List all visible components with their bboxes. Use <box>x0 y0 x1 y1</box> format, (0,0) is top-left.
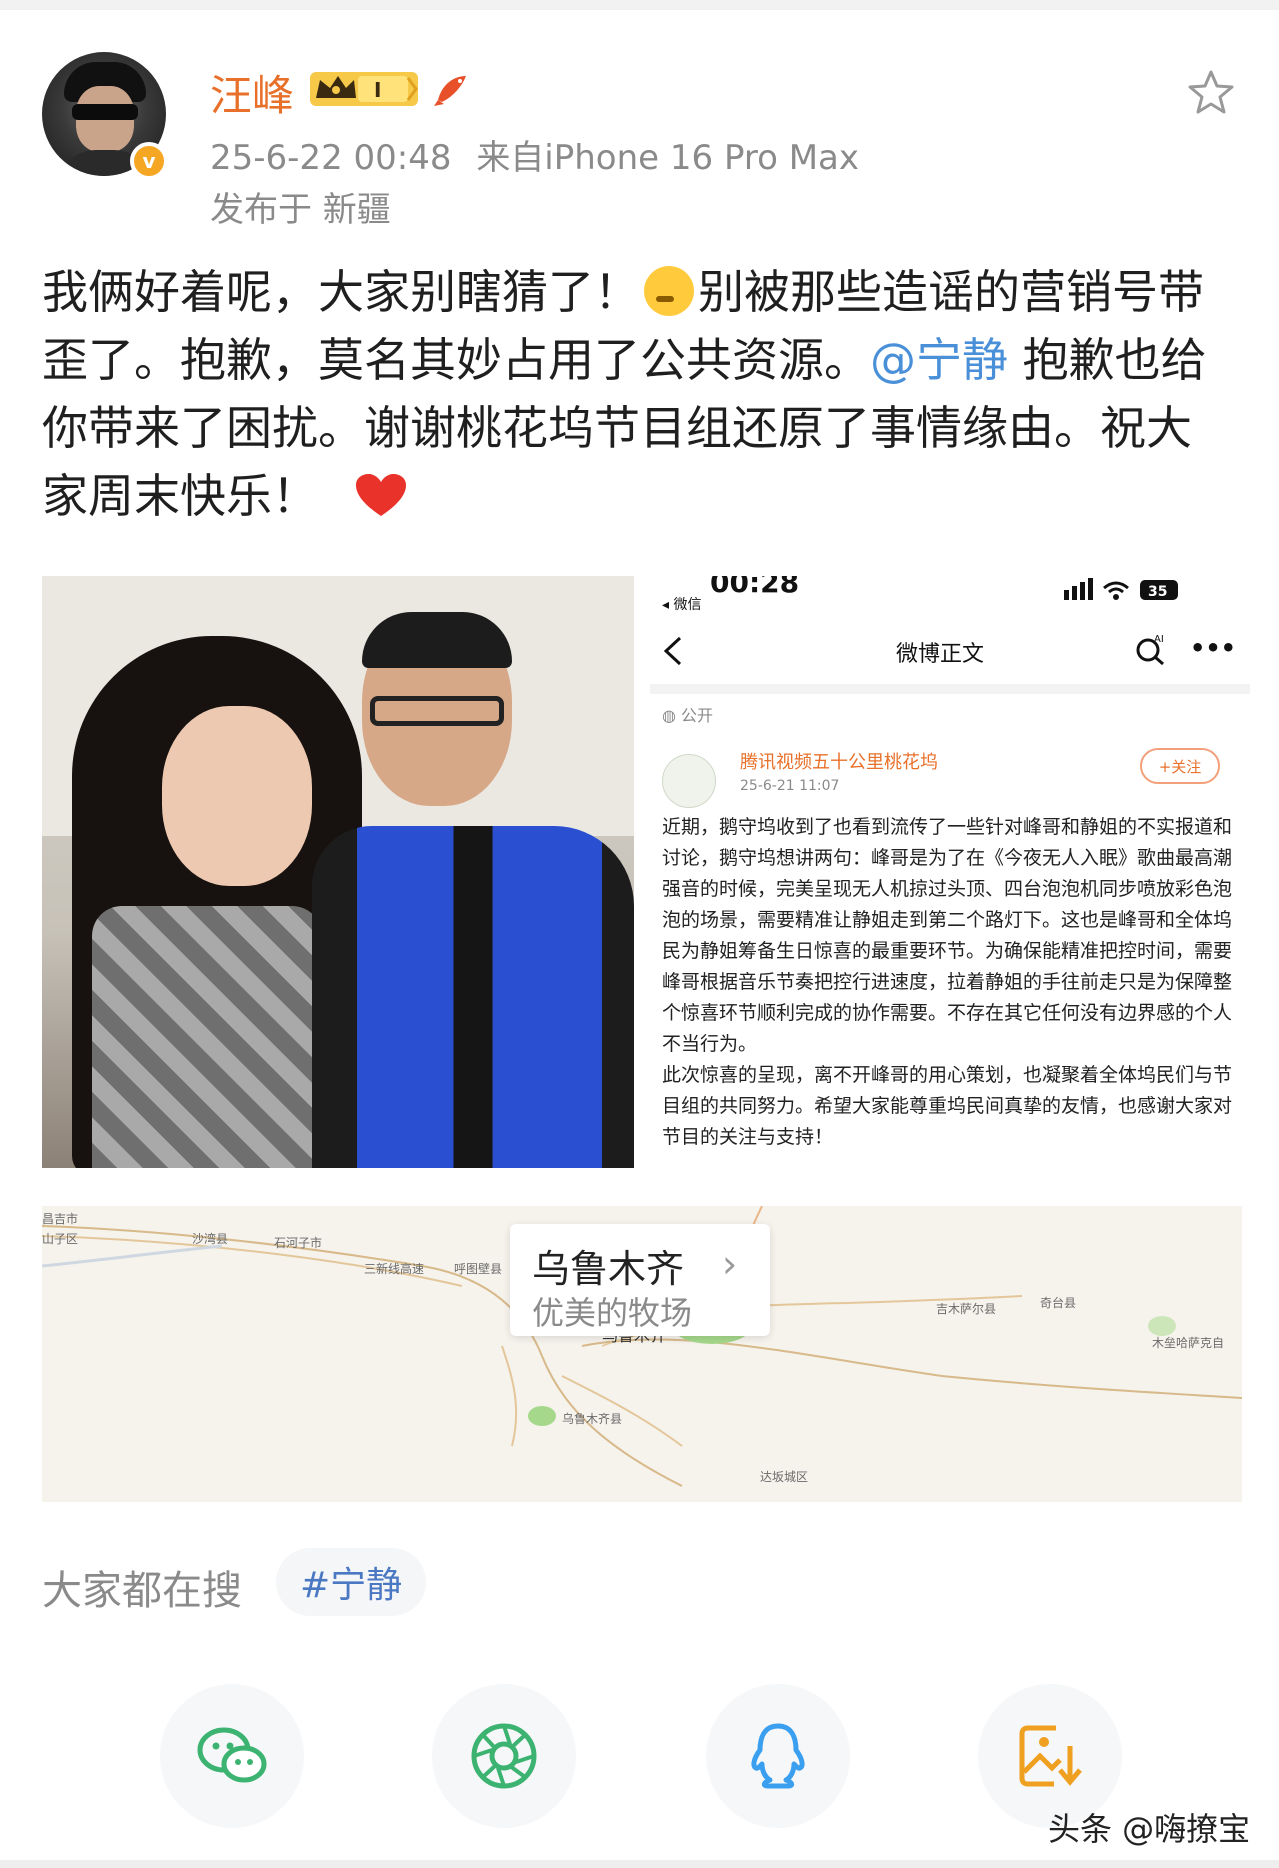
verified-badge-icon: v <box>130 142 168 180</box>
divider <box>650 684 1250 694</box>
map-place-label: 三新线高速 <box>364 1262 425 1276</box>
post-location: 发布于 新疆 <box>210 190 391 230</box>
globe-icon: ◍ <box>662 706 682 725</box>
author-name[interactable]: 汪峰 <box>210 62 294 123</box>
map-place-label: 昌吉市 <box>42 1212 79 1226</box>
post-source: 来自iPhone 16 Pro Max <box>476 138 859 178</box>
more-icon[interactable]: ••• <box>1190 634 1236 662</box>
map-place-label: 沙湾县 <box>192 1232 229 1246</box>
map-city-subtitle: 优美的牧场 <box>532 1294 693 1332</box>
paragraph: 近期，鹅守坞收到了也看到流传了一些针对峰哥和静姐的不实报道和讨论，鹅守坞想讲两句… <box>662 816 1233 1055</box>
paragraph: 此次惊喜的呈现，离不开峰哥的用心策划，也凝聚着全体坞民们与节目组的共同努力。希望… <box>662 1064 1233 1148</box>
map-place-label: 呼图壁县 <box>454 1262 503 1276</box>
share-wechat-button[interactable] <box>160 1684 304 1828</box>
thinking-face-emoji <box>644 266 694 316</box>
share-qq-button[interactable] <box>706 1684 850 1828</box>
account-avatar[interactable] <box>662 754 716 808</box>
post-photo[interactable] <box>42 576 634 1168</box>
post-timestamp: 25-6-22 00:48 <box>210 138 452 178</box>
follow-button[interactable]: +关注 <box>1140 748 1220 784</box>
mention-link[interactable]: @宁静 <box>870 333 1008 387</box>
crown-badge-icon[interactable]: I <box>308 70 420 108</box>
bottom-divider <box>0 1860 1279 1868</box>
phone-clock: 00:28 <box>710 576 800 599</box>
koi-fish-icon <box>434 76 466 106</box>
svg-text:35: 35 <box>1148 584 1167 600</box>
post-text: 我俩好着呢，大家别瞎猜了！ 别被那些造谣的营销号带歪了。抱歉，莫名其妙占用了公共资… <box>42 258 1237 530</box>
moments-icon <box>471 1723 537 1789</box>
back-arrow-icon[interactable] <box>662 636 684 666</box>
map-place-label: 乌鲁木齐县 <box>562 1412 623 1426</box>
trending-tag[interactable]: #宁静 <box>276 1548 427 1616</box>
account-name[interactable]: 腾讯视频五十公里桃花坞 <box>740 748 938 774</box>
map-place-label: 山子区 <box>42 1232 79 1246</box>
screenshot-body-text: 近期，鹅守坞收到了也看到流传了一些针对峰哥和静姐的不实报道和讨论，鹅守坞想讲两句… <box>662 812 1242 1153</box>
share-moments-button[interactable] <box>432 1684 576 1828</box>
svg-text:I: I <box>374 78 381 102</box>
post-text-part1: 我俩好着呢，大家别瞎猜了！ <box>42 265 640 319</box>
map-place-label: 奇台县 <box>1040 1296 1077 1310</box>
ai-search-icon[interactable]: AI <box>1134 632 1168 666</box>
star-icon[interactable] <box>1186 68 1236 118</box>
visibility-label: ◍ 公开 <box>662 706 714 725</box>
chevron-right-icon: › <box>722 1242 738 1286</box>
account-post-date: 25-6-21 11:07 <box>740 778 840 794</box>
save-image-icon <box>1019 1725 1082 1787</box>
watermark: 头条 @嗨撩宝 <box>1048 1810 1251 1848</box>
post-meta-time-source: 25-6-22 00:48 来自iPhone 16 Pro Max <box>210 130 859 179</box>
map-city-name: 乌鲁木齐 <box>532 1247 685 1291</box>
wechat-icon <box>197 1727 267 1783</box>
trending-search-label: 大家都在搜 <box>42 1568 242 1614</box>
location-map[interactable]: 昌吉市 山子区 沙湾县 石河子市 呼图壁县 三新线高速 乌鲁木齐 吉木萨尔县 奇… <box>42 1206 1242 1502</box>
svg-text:AI: AI <box>1154 634 1164 645</box>
qq-icon <box>751 1723 805 1789</box>
top-divider <box>0 0 1279 10</box>
back-to-wechat: ◂ 微信 <box>662 597 702 613</box>
post-screenshot-image[interactable]: 00:28 ◂ 微信 35 微博正文 AI ••• ◍ 公开 腾讯视频五十公里桃… <box>650 576 1250 1168</box>
map-place-label: 达坂城区 <box>760 1470 809 1484</box>
map-place-label: 石河子市 <box>274 1236 323 1250</box>
map-place-label: 木垒哈萨克自 <box>1152 1336 1225 1350</box>
red-heart-emoji <box>356 474 406 516</box>
map-location-callout[interactable]: 乌鲁木齐 › 优美的牧场 <box>510 1224 770 1336</box>
status-bar-icons: 35 <box>1064 578 1178 600</box>
nav-title: 微博正文 <box>896 642 985 667</box>
map-place-label: 吉木萨尔县 <box>936 1302 997 1316</box>
